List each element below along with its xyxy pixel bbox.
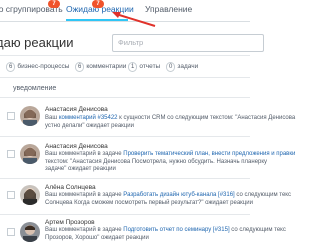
- item-author[interactable]: Алёна Солнцева: [45, 184, 96, 191]
- item-author[interactable]: Анастасия Денисова: [45, 143, 108, 150]
- filter-reports[interactable]: 1 отчеты: [128, 62, 160, 72]
- annotation-arrow-icon: [112, 12, 156, 27]
- divider: [0, 136, 250, 137]
- filter-label: комментарии: [86, 63, 127, 70]
- filter-count: 6: [75, 62, 85, 72]
- task-link[interactable]: Проверить тематический план, внести пред…: [123, 151, 295, 157]
- avatar: [20, 222, 40, 242]
- filter-business-processes[interactable]: 6 бизнес-процессы: [6, 62, 69, 72]
- avatar: [20, 185, 40, 205]
- filter-label: задачи: [177, 63, 199, 70]
- item-message: Ваш комментарий #35422 к сущности CRM со…: [45, 115, 296, 129]
- divider: [0, 214, 250, 215]
- filter-count: 6: [6, 62, 16, 72]
- column-header: уведомление: [13, 85, 57, 92]
- item-author[interactable]: Артем Прозоров: [45, 219, 95, 226]
- filter-tasks[interactable]: 0 задачи: [166, 62, 198, 72]
- search-input[interactable]: Фильтр: [112, 34, 264, 52]
- divider: [0, 97, 250, 98]
- item-message: Ваш комментарий в задаче Разработать диз…: [45, 192, 291, 206]
- filter-count: 1: [128, 62, 138, 72]
- search-placeholder: Фильтр: [118, 38, 144, 47]
- item-author[interactable]: Анастасия Денисова: [45, 106, 108, 113]
- avatar: [20, 106, 40, 126]
- row-checkbox[interactable]: [7, 112, 15, 120]
- filter-count: 0: [166, 62, 176, 72]
- page-title: даю реакции: [0, 35, 74, 50]
- task-link[interactable]: Подготовить отчет по семинару [#315]: [123, 227, 229, 233]
- item-message: Ваш комментарий в задаче Подготовить отч…: [45, 227, 286, 241]
- avatar: [20, 144, 40, 164]
- row-checkbox[interactable]: [7, 228, 15, 236]
- filter-label: бизнес-процессы: [17, 63, 70, 70]
- row-checkbox[interactable]: [7, 191, 15, 199]
- divider: [0, 77, 250, 78]
- row-checkbox[interactable]: [7, 150, 15, 158]
- comment-link[interactable]: комментарий #35422: [59, 115, 118, 121]
- filter-label: отчеты: [139, 63, 161, 70]
- filter-comments[interactable]: 6 комментарии: [75, 62, 126, 72]
- item-message: Ваш комментарий в задаче Проверить темат…: [45, 151, 296, 172]
- task-link[interactable]: Разработать дизайн ютуб-канала [#316]: [123, 192, 234, 198]
- divider: [0, 55, 250, 56]
- divider: [0, 178, 250, 179]
